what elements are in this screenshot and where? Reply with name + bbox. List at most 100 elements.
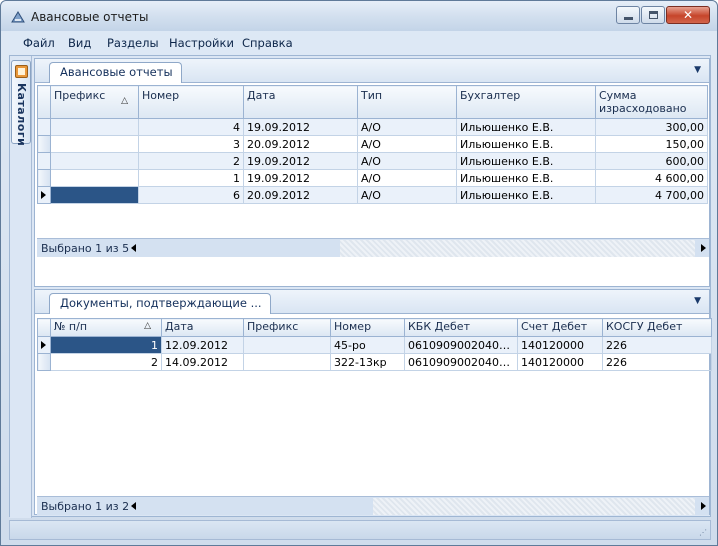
menu-help[interactable]: Справка bbox=[242, 36, 293, 50]
table-row[interactable]: 2 19.09.2012 А/О Ильюшенко Е.В. 600,00 bbox=[37, 152, 708, 170]
cell-prefix[interactable] bbox=[243, 353, 331, 371]
col-date-header[interactable]: Дата bbox=[243, 85, 358, 119]
col-amount-header[interactable]: Сумма израсходовано bbox=[595, 85, 708, 119]
chevron-down-icon[interactable]: ▼ bbox=[694, 296, 701, 306]
cell-amount[interactable]: 4 700,00 bbox=[595, 186, 708, 204]
sort-ascending-icon: △ bbox=[121, 96, 128, 106]
cell-amount[interactable]: 4 600,00 bbox=[595, 169, 708, 187]
cell-date[interactable]: 12.09.2012 bbox=[161, 336, 244, 354]
minimize-button[interactable] bbox=[616, 6, 640, 24]
cell-prefix[interactable] bbox=[50, 169, 139, 187]
cell-prefix[interactable] bbox=[50, 186, 139, 204]
table-row[interactable]: 1 19.09.2012 А/О Ильюшенко Е.В. 4 600,00 bbox=[37, 169, 708, 187]
cell-kbk[interactable]: 061090900204006... bbox=[404, 336, 518, 354]
table-row[interactable]: 6 20.09.2012 А/О Ильюшенко Е.В. 4 700,00 bbox=[37, 186, 708, 204]
cell-kosgu[interactable]: 226 bbox=[602, 336, 712, 354]
table-row[interactable]: 2 14.09.2012 322-13кр 061090900204006... 140… bbox=[37, 353, 712, 371]
row-indicator[interactable] bbox=[37, 152, 51, 170]
cell-date[interactable]: 19.09.2012 bbox=[243, 169, 358, 187]
col-account-debit-header[interactable]: Счет Дебет bbox=[517, 318, 603, 337]
tab-documents[interactable]: Документы, подтверждающие ... bbox=[49, 293, 271, 314]
table-row[interactable]: 3 20.09.2012 А/О Ильюшенко Е.В. 150,00 bbox=[37, 135, 708, 153]
cell-kbk[interactable]: 061090900204006... bbox=[404, 353, 518, 371]
cell-date[interactable]: 20.09.2012 bbox=[243, 135, 358, 153]
cell-accountant[interactable]: Ильюшенко Е.В. bbox=[456, 186, 596, 204]
menu-bar: Файл Вид Разделы Настройки Справка bbox=[9, 31, 711, 55]
col-prefix-header[interactable]: Префикс bbox=[243, 318, 331, 337]
maximize-button[interactable] bbox=[641, 6, 665, 24]
catalog-icon bbox=[15, 65, 28, 78]
col-number-header[interactable]: Номер bbox=[138, 85, 244, 119]
row-indicator[interactable] bbox=[37, 336, 51, 354]
cell-index[interactable]: 1 bbox=[50, 336, 162, 354]
menu-view[interactable]: Вид bbox=[68, 36, 91, 50]
col-number-header[interactable]: Номер bbox=[330, 318, 405, 337]
col-type-header[interactable]: Тип bbox=[357, 85, 457, 119]
horizontal-scrollbar[interactable] bbox=[373, 498, 695, 515]
cell-amount[interactable]: 300,00 bbox=[595, 118, 708, 136]
cell-number[interactable]: 6 bbox=[138, 186, 244, 204]
cell-kosgu[interactable]: 226 bbox=[602, 353, 712, 371]
scroll-left-icon[interactable] bbox=[131, 502, 136, 510]
cell-number[interactable]: 45-ро bbox=[330, 336, 405, 354]
table-row[interactable]: 4 19.09.2012 А/О Ильюшенко Е.В. 300,00 bbox=[37, 118, 708, 136]
cell-type[interactable]: А/О bbox=[357, 169, 457, 187]
scroll-right-icon[interactable] bbox=[701, 244, 706, 252]
cell-accountant[interactable]: Ильюшенко Е.В. bbox=[456, 135, 596, 153]
menu-sections[interactable]: Разделы bbox=[107, 36, 159, 50]
cell-index[interactable]: 2 bbox=[50, 353, 162, 371]
documents-grid: № п/п △ Дата Префикс Номер КБК Дебет Счет… bbox=[37, 318, 712, 371]
row-indicator[interactable] bbox=[37, 169, 51, 187]
resize-grip-icon[interactable]: ⋰ bbox=[699, 528, 707, 537]
cell-type[interactable]: А/О bbox=[357, 118, 457, 136]
cell-number[interactable]: 322-13кр bbox=[330, 353, 405, 371]
chevron-down-icon[interactable]: ▼ bbox=[694, 65, 701, 75]
cell-type[interactable]: А/О bbox=[357, 135, 457, 153]
row-indicator[interactable] bbox=[37, 118, 51, 136]
cell-number[interactable]: 4 bbox=[138, 118, 244, 136]
cell-amount[interactable]: 600,00 bbox=[595, 152, 708, 170]
col-prefix-header[interactable]: Префикс △ bbox=[50, 85, 139, 119]
cell-date[interactable]: 19.09.2012 bbox=[243, 118, 358, 136]
cell-number[interactable]: 1 bbox=[138, 169, 244, 187]
cell-prefix[interactable] bbox=[50, 135, 139, 153]
table-row[interactable]: 1 12.09.2012 45-ро 061090900204006... 140120… bbox=[37, 336, 712, 354]
row-indicator[interactable] bbox=[37, 353, 51, 371]
cell-accountant[interactable]: Ильюшенко Е.В. bbox=[456, 152, 596, 170]
cell-amount[interactable]: 150,00 bbox=[595, 135, 708, 153]
tab-reports[interactable]: Авансовые отчеты bbox=[49, 62, 182, 83]
cell-number[interactable]: 3 bbox=[138, 135, 244, 153]
col-accountant-header[interactable]: Бухгалтер bbox=[456, 85, 596, 119]
cell-date[interactable]: 19.09.2012 bbox=[243, 152, 358, 170]
menu-file[interactable]: Файл bbox=[23, 36, 55, 50]
menu-settings[interactable]: Настройки bbox=[169, 36, 234, 50]
cell-prefix[interactable] bbox=[50, 152, 139, 170]
close-button[interactable]: ✕ bbox=[666, 6, 710, 24]
cell-prefix[interactable] bbox=[243, 336, 331, 354]
catalogs-tab[interactable]: Каталоги bbox=[11, 60, 31, 146]
scroll-left-icon[interactable] bbox=[131, 244, 136, 252]
col-prefix-label: Префикс bbox=[54, 89, 106, 102]
cell-prefix[interactable] bbox=[50, 118, 139, 136]
cell-number[interactable]: 2 bbox=[138, 152, 244, 170]
cell-date[interactable]: 14.09.2012 bbox=[161, 353, 244, 371]
window-title: Авансовые отчеты bbox=[31, 10, 149, 24]
scroll-right-icon[interactable] bbox=[701, 502, 706, 510]
cell-accountant[interactable]: Ильюшенко Е.В. bbox=[456, 169, 596, 187]
documents-selection-count: Выбрано 1 из 2 bbox=[41, 500, 130, 513]
main-window: Авансовые отчеты ✕ Файл Вид Разделы Наст… bbox=[0, 0, 718, 546]
col-date-header[interactable]: Дата bbox=[161, 318, 244, 337]
minimize-icon bbox=[624, 17, 633, 20]
cell-account[interactable]: 140120000 bbox=[517, 353, 603, 371]
cell-account[interactable]: 140120000 bbox=[517, 336, 603, 354]
row-indicator[interactable] bbox=[37, 135, 51, 153]
col-index-header[interactable]: № п/п △ bbox=[50, 318, 162, 337]
cell-type[interactable]: А/О bbox=[357, 186, 457, 204]
cell-accountant[interactable]: Ильюшенко Е.В. bbox=[456, 118, 596, 136]
cell-date[interactable]: 20.09.2012 bbox=[243, 186, 358, 204]
cell-type[interactable]: А/О bbox=[357, 152, 457, 170]
horizontal-scrollbar[interactable] bbox=[340, 240, 695, 257]
row-indicator[interactable] bbox=[37, 186, 51, 204]
col-kosgu-debit-header[interactable]: КОСГУ Дебет bbox=[602, 318, 712, 337]
col-kbk-debit-header[interactable]: КБК Дебет bbox=[404, 318, 518, 337]
